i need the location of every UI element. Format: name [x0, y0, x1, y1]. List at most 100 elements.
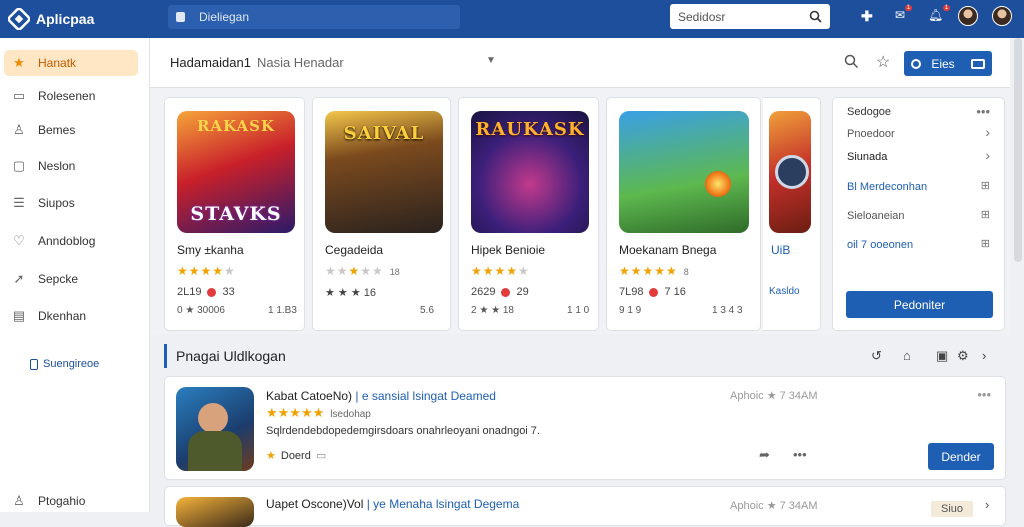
game-rating: ★★★★★	[177, 264, 236, 278]
shield-icon: ♡	[13, 233, 25, 248]
image-icon[interactable]: ▣	[936, 348, 948, 364]
grid-icon[interactable]: ⊞	[981, 208, 990, 221]
document-icon: ▭	[12, 88, 26, 103]
list-item-title-text: Uapet Oscone)Vol	[266, 497, 364, 511]
breadcrumb-label: Dieliegan	[199, 10, 250, 24]
fireball-graphic	[705, 171, 731, 197]
character-graphic	[198, 403, 228, 433]
user-icon: ♙	[13, 122, 25, 137]
undo-icon[interactable]: ↺	[871, 348, 882, 364]
calendar-icon: ▤	[12, 308, 26, 323]
bell-icon[interactable]: 🔔︎ 1	[928, 5, 951, 22]
chevron-down-icon[interactable]: ▼	[486, 55, 496, 66]
game-card[interactable]: RAUKASK Hipek Benioie ★★★★★ 2629 29 2 ★ ★…	[458, 97, 599, 331]
game-meta-value: Kasldo	[769, 286, 800, 297]
list-item-action-button[interactable]: Siuo	[931, 501, 974, 517]
game-rating-count: 18	[389, 267, 400, 277]
search-input[interactable]: Sedidosr	[670, 4, 830, 29]
sidebar-item-footer[interactable]: ♙ Ptogahio	[4, 488, 138, 514]
status-dot	[501, 287, 511, 297]
chat-icon: ▢	[12, 158, 26, 173]
sidebar-item-anndoblog[interactable]: ♡ Anndoblog	[4, 228, 138, 254]
search-icon[interactable]	[809, 10, 822, 23]
lock-icon	[176, 12, 185, 22]
share-icon[interactable]: ➦	[759, 447, 770, 463]
list-item-fav: ★ Doerd ▭	[266, 449, 326, 463]
sidebar-item-label: Bemes	[38, 123, 76, 137]
sidebar-item-dkenhan[interactable]: ▤ Dkenhan	[4, 303, 138, 329]
page-icon	[30, 358, 38, 370]
star-outline-icon[interactable]: ☆	[876, 52, 890, 72]
plus-icon[interactable]: ✚	[861, 8, 873, 25]
game-card[interactable]: RAKASK STAVKS Smy ±kanha ★★★★★ 2L19 33 0 …	[164, 97, 305, 331]
app-name: Aplicpaa	[36, 11, 95, 27]
sidebar-item-sepcke[interactable]: ➚ Sepcke	[4, 266, 138, 292]
grid-icon[interactable]: ⊞	[981, 237, 990, 250]
chevron-right-icon[interactable]: ›	[982, 348, 986, 363]
panel-row-label[interactable]: Bl Merdeconhan	[847, 181, 927, 193]
game-meta-extra: 29	[516, 286, 529, 298]
sidebar-item-siupos[interactable]: ☰ Siupos	[4, 190, 138, 216]
chevron-right-icon[interactable]: ›	[985, 124, 990, 140]
sidebar-item-rolesenen[interactable]: ▭ Rolesenen	[4, 83, 138, 109]
game-meta-secondary: 2 ★ ★ 18	[471, 305, 514, 316]
settings-icon[interactable]: ⚙	[957, 348, 969, 364]
list-item-thumb	[176, 497, 254, 527]
sidebar-item-neslon[interactable]: ▢ Neslon	[4, 153, 138, 179]
panel-row-label[interactable]: Sieloaneian	[847, 210, 905, 222]
game-name: Hipek Benioie	[471, 243, 546, 257]
message-icon[interactable]: ✉ 1	[895, 5, 913, 22]
game-name: Smy ±kanha	[177, 243, 244, 257]
sidebar-item-label: Rolesenen	[38, 89, 96, 103]
list-item[interactable]: Uapet Oscone)Vol | ye Menaha lsingat Deg…	[164, 486, 1006, 527]
game-meta-value: 7L98	[619, 286, 644, 298]
top-bar: Aplicpaa Dieliegan Sedidosr ✚ ✉ 1 🔔︎ 1	[0, 0, 1024, 38]
scrollbar[interactable]	[1014, 38, 1022, 262]
chevron-right-icon[interactable]: ›	[985, 147, 990, 163]
sidebar-item-label: Neslon	[38, 159, 76, 173]
more-icon[interactable]: •••	[793, 447, 807, 462]
grid-icon[interactable]: ⊞	[981, 179, 990, 192]
filter-panel: Sedogoe ••• Pnoedoor › Siunada › Bl Merd…	[832, 97, 1005, 331]
sidebar-item-bemes[interactable]: ♙ Bemes	[4, 117, 138, 143]
game-meta: Kasldo	[769, 286, 800, 297]
game-meta-tertiary: 1 1.B3	[268, 305, 297, 316]
game-name: UiB	[771, 243, 791, 257]
panel-row-label[interactable]: Pnoedoor	[847, 128, 895, 140]
game-rating: ★★★★★ 18	[325, 264, 400, 278]
game-card-partial[interactable]: UiB Kasldo	[763, 97, 821, 331]
list-item-tags: | ye Menaha lsingat Degema	[366, 497, 520, 511]
more-icon[interactable]: •••	[976, 104, 990, 119]
header-action-button[interactable]: Eies	[904, 51, 992, 76]
game-meta: ★ ★ ★ 16	[325, 286, 376, 299]
game-meta-value: ★ ★ ★ 16	[325, 287, 376, 299]
app-logo[interactable]: Aplicpaa	[8, 8, 94, 30]
character-body-graphic	[188, 431, 242, 471]
user-avatar[interactable]	[992, 6, 1012, 26]
list-icon: ☰	[13, 195, 25, 210]
avatar[interactable]	[958, 6, 978, 26]
chevron-right-icon[interactable]: ›	[985, 497, 989, 512]
game-card[interactable]: Moekanam Bnega ★★★★★ 8 7L98 7 16 9 1 9 1 3…	[606, 97, 761, 331]
game-rating: ★★★★★	[471, 264, 530, 278]
game-art	[619, 111, 749, 233]
status-dot	[207, 287, 217, 297]
panel-row-label[interactable]: oil 7 ooeonen	[847, 239, 913, 251]
list-item[interactable]: Kabat CatoeNo) | e sansial lsingat Deame…	[164, 376, 1006, 480]
search-icon[interactable]	[844, 54, 859, 69]
logo-icon	[8, 8, 30, 30]
sidebar-sub-link[interactable]: Suengireoe	[30, 358, 99, 370]
home-icon[interactable]: ⌂	[903, 348, 911, 363]
panel-row-label[interactable]: Siunada	[847, 151, 887, 163]
more-icon[interactable]: •••	[977, 387, 991, 402]
game-meta-secondary: 9 1 9	[619, 305, 642, 316]
section-title: Pnagai Uldlkogan	[164, 344, 286, 368]
game-card[interactable]: SAIVAL Cegadeida ★★★★★ 18 ★ ★ ★ 16 5.6	[312, 97, 451, 331]
panel-submit-button[interactable]: Pedoniter	[846, 291, 993, 318]
list-item-action-button[interactable]: Dender	[928, 443, 994, 470]
breadcrumb[interactable]: Dieliegan	[168, 5, 460, 29]
game-meta-tertiary: 1 3 4 3	[712, 305, 743, 316]
game-art	[769, 111, 811, 233]
game-meta-secondary: 0 ★ 30006	[177, 305, 225, 316]
sidebar-item-hanatk[interactable]: ★ Hanatk	[4, 50, 138, 76]
